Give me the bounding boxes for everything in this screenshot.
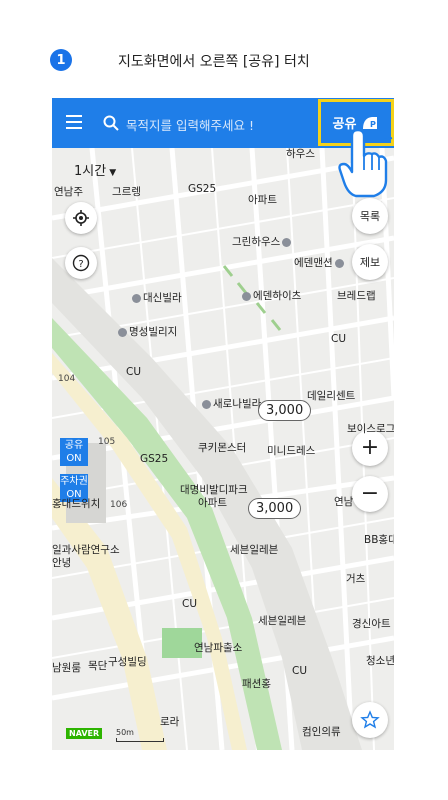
map-label: 남원룸: [52, 662, 81, 674]
map-label: 에덴맨션: [294, 255, 346, 270]
star-icon: [360, 710, 380, 729]
step-number-badge: 1: [50, 49, 72, 71]
map-label: 청소년: [366, 655, 394, 667]
map-label: 하우스: [286, 148, 315, 160]
question-icon: ?: [72, 254, 90, 272]
map-label: 구성빌딩: [108, 656, 147, 668]
map-label: 연남주: [54, 186, 83, 198]
map-label: 미니드레스: [267, 445, 316, 457]
step-header: 1 지도화면에서 오른쪽 [공유] 터치: [50, 49, 310, 71]
map-label: 쿠키몬스터: [198, 442, 247, 454]
search-input[interactable]: 목적지를 입력해주세요 !: [126, 115, 254, 134]
share-badge-label: 공유: [64, 440, 84, 451]
hamburger-menu-icon[interactable]: [66, 115, 82, 129]
map-label: GS25: [188, 183, 217, 195]
share-badge-status: ON: [66, 453, 82, 464]
map-label: CU: [126, 366, 142, 378]
map-label: 홍대드위치: [52, 498, 101, 510]
parking-price-marker[interactable]: 3,000: [258, 400, 312, 421]
pointing-hand-icon: [338, 130, 393, 198]
map-label: 패션홍: [242, 678, 271, 690]
share-icon: P: [363, 116, 378, 129]
svg-text:P: P: [370, 120, 376, 129]
help-button[interactable]: ?: [65, 247, 97, 279]
map-label: 대신빌라: [130, 290, 182, 305]
svg-text:?: ?: [78, 259, 83, 270]
time-filter-value: 1시간: [74, 164, 107, 179]
my-location-button[interactable]: [65, 202, 97, 234]
map-label: CU: [292, 665, 308, 677]
map-label: 104: [58, 374, 76, 384]
caret-down-icon: ▼: [109, 168, 117, 178]
map-label: 새로나빌라: [200, 396, 261, 411]
parking-badge-label: 주차권: [60, 476, 88, 487]
report-button[interactable]: 제보: [352, 244, 388, 280]
list-button[interactable]: 목록: [352, 198, 388, 234]
step-instruction: 지도화면에서 오른쪽 [공유] 터치: [118, 54, 310, 70]
search-icon[interactable]: [103, 115, 119, 131]
map-label: 로라: [160, 716, 180, 728]
parking-price-marker[interactable]: 3,000: [248, 498, 302, 519]
map-scale-text: 50m: [116, 728, 134, 737]
map-label: 105: [98, 437, 116, 447]
map-label: CU: [182, 598, 198, 610]
map-label: 거츠: [346, 573, 366, 585]
map-label: 명성빌리지: [116, 324, 177, 339]
map-label: 컴인의류: [302, 726, 341, 738]
zoom-out-button[interactable]: −: [352, 476, 388, 512]
naver-logo: NAVER: [66, 728, 103, 739]
map-label: BB홍대: [364, 534, 394, 546]
map-label: 안녕: [52, 557, 72, 569]
time-filter-select[interactable]: 1시간 ▼: [74, 160, 116, 179]
favorite-button[interactable]: [352, 702, 388, 738]
share-on-badge[interactable]: 공유 ON: [60, 438, 88, 466]
map-label: 브레드랩: [337, 290, 376, 302]
map-label: 세븐일레븐: [230, 544, 279, 556]
map-label: GS25: [140, 453, 169, 465]
map-label: 경신아트: [352, 618, 391, 630]
map-label: 연남: [334, 496, 354, 508]
map-label: 보이스로그: [347, 423, 394, 435]
map-label: 106: [110, 500, 128, 510]
map-label: 그르렝: [112, 186, 141, 198]
map-scale-bar: [116, 738, 164, 742]
map-label: 데일리센트: [307, 390, 356, 402]
map-label: CU: [331, 333, 347, 345]
map-label: 세븐일레븐: [258, 615, 307, 627]
map-label: 그린하우스: [232, 234, 293, 249]
map-label: 에덴하이츠: [240, 288, 301, 303]
map-label: 아파트: [198, 497, 227, 509]
crosshair-icon: [73, 210, 89, 226]
map-label: 연남파출소: [194, 642, 243, 654]
map-label: 목단: [88, 660, 108, 672]
map-label: 아파트: [248, 194, 277, 206]
